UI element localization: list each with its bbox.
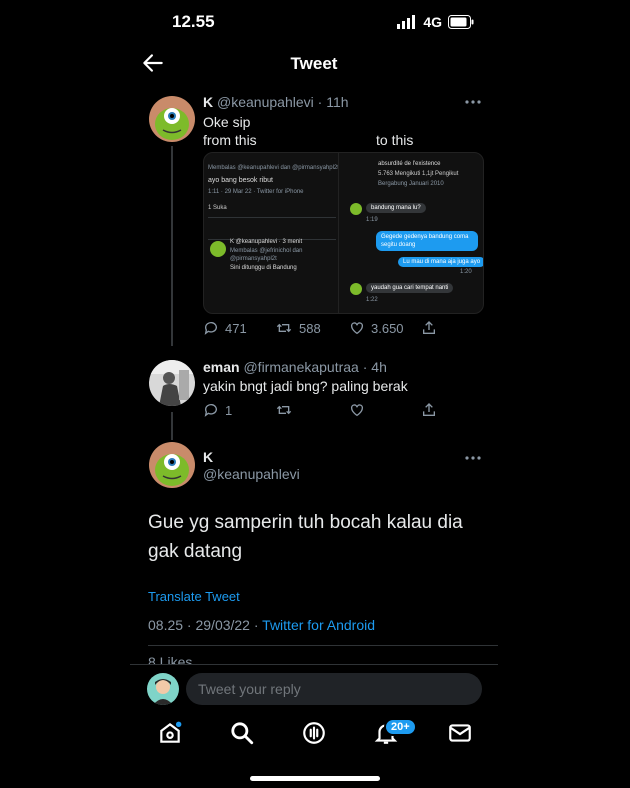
dm-time-4: 1:22 xyxy=(366,297,378,303)
retweet-count: 588 xyxy=(299,320,321,336)
media-left-text: ayo bang besok ribut xyxy=(208,177,273,184)
notification-badge: 20+ xyxy=(384,718,417,736)
author-name[interactable]: K xyxy=(203,94,213,110)
tweet-media-image[interactable]: Membalas @keanupahlevi dan @pirmansyahpl… xyxy=(203,152,484,314)
dm-bubble-4: yaudah gua cari tempat nanti xyxy=(366,283,454,293)
top-header: Tweet xyxy=(130,48,498,80)
retweet-icon xyxy=(276,405,292,415)
dm-bubble-1: bandung mana lu? xyxy=(366,203,426,213)
like-count: 3.650 xyxy=(371,320,404,336)
signal-icon xyxy=(397,15,416,29)
tweet-header: eman @firmanekaputraa · 4h xyxy=(203,359,387,375)
media-left-likes: 1 Suka xyxy=(208,205,227,211)
retweet-button[interactable] xyxy=(275,402,349,418)
author-handle[interactable]: @keanupahlevi xyxy=(203,466,300,482)
share-icon xyxy=(423,403,435,416)
phone-screen: 12.55 4G Tweet K @keanupahlevi · 11h Oke… xyxy=(130,0,498,788)
media-dm-avatar xyxy=(350,283,362,295)
media-reply-to: Membalas @jefrinichol dan @pirmansyahpl2… xyxy=(230,248,303,262)
media-dm-avatar xyxy=(350,203,362,215)
thread-line xyxy=(171,146,173,346)
spaces-icon[interactable] xyxy=(301,720,327,746)
avatar[interactable] xyxy=(149,360,195,406)
search-icon[interactable] xyxy=(229,720,255,746)
network-type: 4G xyxy=(423,14,442,30)
author-handle[interactable]: @keanupahlevi xyxy=(217,94,314,110)
reply-icon xyxy=(204,322,217,335)
media-right-joined: Bergabung Januari 2010 xyxy=(378,181,444,187)
home-indicator[interactable] xyxy=(250,776,380,781)
tweet-actions: 471 588 3.650 xyxy=(203,320,437,336)
dm-bubble-2: Gegede gedenya bandung coma segitu doang xyxy=(376,231,478,251)
reply-button[interactable]: 1 xyxy=(203,402,275,418)
author-handle[interactable]: @firmanekaputraa xyxy=(243,359,358,375)
media-reply-name: K @keanupahlevi · 3 menit xyxy=(230,239,303,245)
thread-line xyxy=(171,412,173,440)
media-split xyxy=(338,153,339,313)
retweet-icon xyxy=(276,323,292,333)
media-right-bio: absurdité de l'existence xyxy=(378,161,441,167)
media-divider xyxy=(208,217,336,218)
like-button[interactable]: 3.650 xyxy=(349,320,421,336)
my-avatar[interactable] xyxy=(147,673,179,705)
share-button[interactable] xyxy=(421,402,437,418)
reply-count: 1 xyxy=(225,402,233,418)
status-indicators: 4G xyxy=(397,14,474,30)
media-reply-text: Sini ditunggu di Bandung xyxy=(230,265,297,271)
media-avatar xyxy=(210,241,226,257)
tweet-time: · 11h xyxy=(317,94,349,110)
retweet-button[interactable]: 588 xyxy=(275,320,349,336)
home-icon[interactable] xyxy=(157,720,183,746)
bottom-nav xyxy=(130,712,498,756)
tweet-timestamp: 08.25 · 29/03/22 · xyxy=(148,617,263,633)
tweet-text-to: to this xyxy=(376,132,414,148)
tweet-text-from: from this xyxy=(203,132,257,148)
media-left-meta: 1:11 · 29 Mar 22 · Twitter for iPhone xyxy=(208,189,304,195)
likes-count-partial[interactable]: 8 Likes xyxy=(148,654,192,664)
author-name[interactable]: K xyxy=(203,449,213,465)
reply-count: 471 xyxy=(225,320,247,336)
like-icon xyxy=(351,322,363,335)
like-button[interactable] xyxy=(349,402,421,418)
reply-button[interactable]: 471 xyxy=(203,320,275,336)
tweet-source-link[interactable]: Twitter for Android xyxy=(262,617,375,633)
dm-time-3: 1:20 xyxy=(460,269,472,275)
share-icon xyxy=(423,321,435,334)
dm-time-1: 1:19 xyxy=(366,217,378,223)
translate-tweet-link[interactable]: Translate Tweet xyxy=(148,589,240,604)
page-title: Tweet xyxy=(290,54,338,73)
battery-icon xyxy=(448,15,474,29)
dm-bubble-3: Lu mau di mana aja juga ayo xyxy=(398,257,483,267)
avatar[interactable] xyxy=(149,442,195,488)
divider xyxy=(148,645,498,646)
tweet-actions: 1 xyxy=(203,402,437,418)
tweet-text: yakin bngt jadi bng? paling berak xyxy=(203,378,408,394)
tweet-text: Oke sip xyxy=(203,114,251,130)
main-tweet-text: Gue yg samperin tuh bocah kalau dia gak … xyxy=(148,512,463,562)
more-dots-icon[interactable] xyxy=(464,99,482,105)
media-right-stats: 5.763 Mengikuti 1,1jt Pengikut xyxy=(378,171,459,177)
reply-bar: Tweet your reply xyxy=(130,664,498,713)
reply-input[interactable]: Tweet your reply xyxy=(186,673,482,705)
reply-icon xyxy=(204,404,217,417)
tweet-meta: 08.25 · 29/03/22 · Twitter for Android xyxy=(148,617,375,633)
share-button[interactable] xyxy=(421,320,437,336)
status-bar: 12.55 4G xyxy=(130,12,498,36)
status-time: 12.55 xyxy=(172,12,215,31)
avatar[interactable] xyxy=(149,96,195,142)
more-dots-icon[interactable] xyxy=(464,455,482,461)
tweet-header: K @keanupahlevi · 11h xyxy=(203,94,349,110)
author-name[interactable]: eman xyxy=(203,359,240,375)
messages-icon[interactable] xyxy=(447,720,473,746)
like-icon xyxy=(351,404,363,417)
tweet-time: · 4h xyxy=(362,359,387,375)
media-replying: Membalas @keanupahlevi dan @pirmansyahpl… xyxy=(208,165,339,171)
